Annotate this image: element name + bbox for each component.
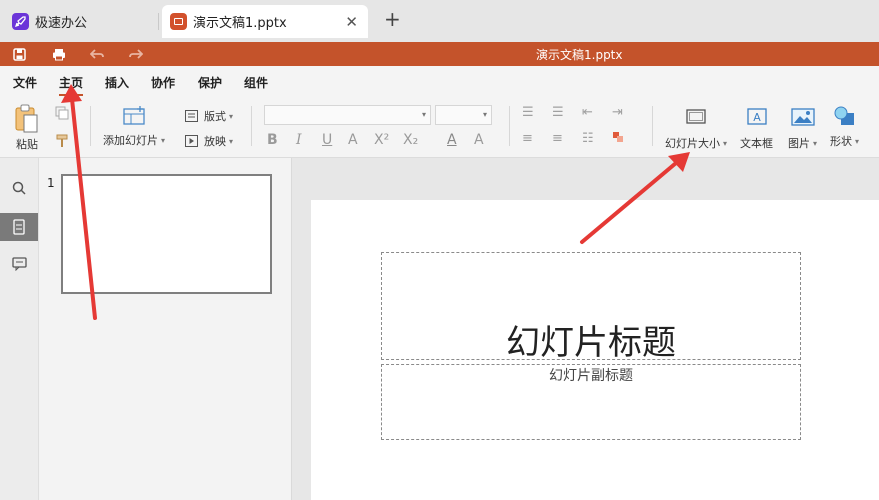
paste-button[interactable]: 粘贴 <box>14 104 40 152</box>
slide-thumbnails-panel: 1 <box>39 158 292 500</box>
slide-size-button[interactable]: 幻灯片大小 ▾ <box>665 108 727 151</box>
menu-file[interactable]: 文件 <box>13 74 37 91</box>
chevron-down-icon: ▾ <box>813 138 818 148</box>
tab-bar: 极速办公 演示文稿1.pptx ✕ + <box>0 0 879 42</box>
clipboard-icon <box>15 104 38 133</box>
redo-icon[interactable] <box>128 46 144 62</box>
svg-text:A: A <box>753 111 761 124</box>
menu-protect[interactable]: 保护 <box>198 74 222 91</box>
save-icon[interactable] <box>11 46 27 62</box>
slide-thumbnail[interactable] <box>61 174 272 294</box>
slide-title-text: 幻灯片标题 <box>506 323 676 363</box>
textbox-button[interactable]: A 文本框 <box>740 108 773 151</box>
play-icon <box>185 135 198 147</box>
divider <box>251 106 252 146</box>
title-placeholder[interactable]: 幻灯片标题 <box>381 252 801 363</box>
chevron-down-icon: ▾ <box>855 136 860 146</box>
layout-button[interactable]: 版式 ▾ <box>185 108 233 124</box>
chevron-down-icon: ▾ <box>421 110 426 119</box>
subtitle-placeholder[interactable]: 幻灯片副标题 <box>381 364 801 440</box>
subscript-button[interactable]: X₂ <box>403 132 418 148</box>
tab-home[interactable]: 极速办公 <box>0 5 158 38</box>
decrease-indent-icon[interactable]: ⇤ <box>582 105 593 120</box>
font-name-select[interactable]: ▾ <box>264 105 431 125</box>
layout-icon <box>185 110 198 122</box>
menu-insert[interactable]: 插入 <box>105 74 129 91</box>
line-spacing-icon[interactable]: ☷ <box>582 131 594 146</box>
copy-icon[interactable] <box>55 106 69 120</box>
font-color-icon[interactable]: A <box>447 132 457 148</box>
format-painter-icon[interactable] <box>55 134 69 148</box>
slide-size-label: 幻灯片大小 <box>665 137 720 150</box>
image-label: 图片 <box>788 137 810 150</box>
shape-label: 形状 <box>830 135 852 148</box>
menu-collaborate[interactable]: 协作 <box>151 74 175 91</box>
fill-color-icon[interactable] <box>612 131 624 147</box>
chevron-down-icon: ▾ <box>723 138 728 148</box>
font-size-select[interactable]: ▾ <box>435 105 492 125</box>
slide-canvas: 幻灯片标题 幻灯片副标题 <box>292 158 879 500</box>
align-left-icon[interactable]: ≡ <box>522 131 533 146</box>
slide[interactable]: 幻灯片标题 幻灯片副标题 <box>311 200 879 500</box>
slide-subtitle-text: 幻灯片副标题 <box>549 368 633 384</box>
menu-plugins[interactable]: 组件 <box>244 74 268 91</box>
textbox-label: 文本框 <box>740 137 773 150</box>
italic-button[interactable]: I <box>296 132 302 148</box>
bullet-list-icon[interactable]: ☰ <box>522 105 534 120</box>
strikethrough-button[interactable]: A <box>348 132 358 148</box>
shapes-icon <box>834 106 854 125</box>
play-label: 放映 <box>204 135 226 148</box>
new-tab-button[interactable]: + <box>384 9 401 29</box>
play-button[interactable]: 放映 ▾ <box>185 133 233 149</box>
ribbon-toolbar: 粘贴 添加幻灯片 ▾ 版式 ▾ 放映 ▾ ▾ ▾ B I U A X² X₂ A <box>0 96 879 158</box>
slides-panel-icon[interactable] <box>0 213 38 241</box>
rocket-icon <box>12 13 29 30</box>
image-button[interactable]: 图片 ▾ <box>788 108 817 151</box>
document-title: 演示文稿1.pptx <box>536 48 623 62</box>
add-slide-label: 添加幻灯片 <box>103 134 158 147</box>
title-bar: 演示文稿1.pptx <box>0 42 879 66</box>
divider <box>652 106 653 146</box>
paste-label: 粘贴 <box>16 138 38 151</box>
align-center-icon[interactable]: ≡ <box>552 131 563 146</box>
bold-button[interactable]: B <box>267 132 278 148</box>
comment-icon[interactable] <box>0 250 38 278</box>
underline-button[interactable]: U <box>322 132 332 148</box>
superscript-button[interactable]: X² <box>374 132 389 148</box>
tab-label: 演示文稿1.pptx <box>193 16 287 31</box>
presentation-icon <box>170 13 187 30</box>
increase-indent-icon[interactable]: ⇥ <box>612 105 623 120</box>
clear-format-icon[interactable]: A <box>474 132 484 148</box>
undo-icon[interactable] <box>89 46 105 62</box>
add-slide-icon <box>123 106 145 125</box>
menu-home[interactable]: 主页 <box>59 74 84 96</box>
tab-label: 极速办公 <box>35 16 88 31</box>
close-icon[interactable]: ✕ <box>345 13 358 31</box>
numbered-list-icon[interactable]: ☰ <box>552 105 564 120</box>
print-icon[interactable] <box>51 46 67 62</box>
left-rail <box>0 158 39 500</box>
shape-button[interactable]: 形状 ▾ <box>830 106 859 149</box>
search-icon[interactable] <box>0 174 38 202</box>
image-icon <box>790 108 815 126</box>
tab-document[interactable]: 演示文稿1.pptx ✕ <box>162 5 368 38</box>
add-slide-button[interactable]: 添加幻灯片 ▾ <box>103 106 165 148</box>
chevron-down-icon: ▾ <box>161 135 166 145</box>
divider <box>509 106 510 146</box>
chevron-down-icon: ▾ <box>482 110 487 119</box>
layout-label: 版式 <box>204 110 226 123</box>
chevron-down-icon: ▾ <box>229 136 234 146</box>
slide-number: 1 <box>47 176 55 190</box>
slide-size-icon <box>686 109 706 124</box>
menu-bar: 文件 主页 插入 协作 保护 组件 <box>0 66 879 96</box>
tab-divider <box>158 13 159 30</box>
chevron-down-icon: ▾ <box>229 111 234 121</box>
textbox-icon: A <box>746 108 767 125</box>
divider <box>90 106 91 146</box>
